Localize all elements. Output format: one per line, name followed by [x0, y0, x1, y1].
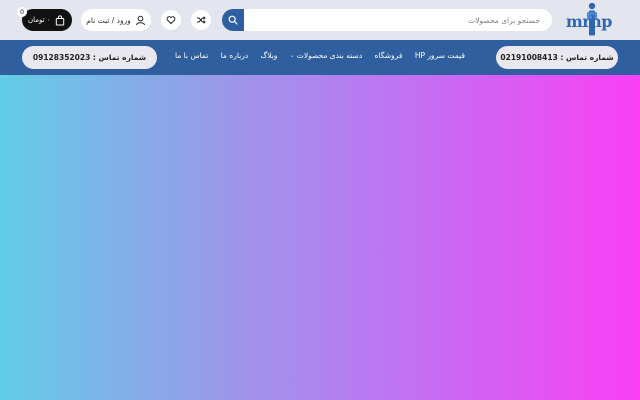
search-input[interactable] [244, 9, 552, 31]
cart-button[interactable]: ۰ تومان [22, 9, 72, 31]
nav-item-label: درباره ما [220, 51, 249, 60]
nav-item-contact-us[interactable]: تماس با ما [175, 51, 208, 60]
user-icon [135, 15, 145, 25]
shopping-bag-icon [55, 14, 65, 25]
nav-item-label: فروشگاه [374, 51, 403, 60]
logo-text: mrhp [565, 12, 613, 31]
shuffle-icon [197, 16, 206, 24]
phone-button-primary[interactable]: شماره تماس : 02191008413 [496, 46, 618, 69]
login-label: ورود / ثبت نام [86, 15, 131, 25]
search-bar [222, 9, 552, 31]
nav-item-shop[interactable]: فروشگاه [375, 51, 403, 60]
chevron-down-icon: ⌄ [289, 52, 295, 59]
heart-icon [166, 16, 176, 25]
main-navbar: شماره تماس : 02191008413 قیمت سرور HP فر… [0, 40, 640, 75]
nav-item-about-us[interactable]: درباره ما [221, 51, 249, 60]
nav-item-label: وبلاگ [260, 51, 278, 60]
nav-item-hp-server-price[interactable]: قیمت سرور HP [415, 51, 465, 60]
hero-banner [0, 75, 640, 400]
top-header: mrhp ورود / ثبت نام [0, 0, 640, 40]
nav-item-product-categories[interactable]: دسته بندی محصولات ⌄ [290, 51, 362, 60]
login-register-button[interactable]: ورود / ثبت نام [81, 9, 151, 31]
compare-button[interactable] [191, 10, 211, 30]
phone-button-mobile[interactable]: شماره تماس : 09128352023 [22, 46, 157, 69]
nav-item-label: تماس با ما [175, 51, 209, 60]
site-logo[interactable]: mrhp [565, 2, 613, 38]
wishlist-button[interactable] [161, 10, 181, 30]
nav-item-label: قیمت سرور HP [414, 51, 465, 60]
cart-total: ۰ تومان [28, 16, 51, 24]
nav-item-blog[interactable]: وبلاگ [261, 51, 278, 60]
nav-item-label: دسته بندی محصولات [296, 51, 363, 60]
cart-count-badge: 0 [17, 7, 27, 17]
nav-menu: قیمت سرور HP فروشگاه دسته بندی محصولات ⌄ … [175, 40, 465, 75]
search-icon [228, 15, 238, 25]
search-button[interactable] [222, 9, 244, 31]
